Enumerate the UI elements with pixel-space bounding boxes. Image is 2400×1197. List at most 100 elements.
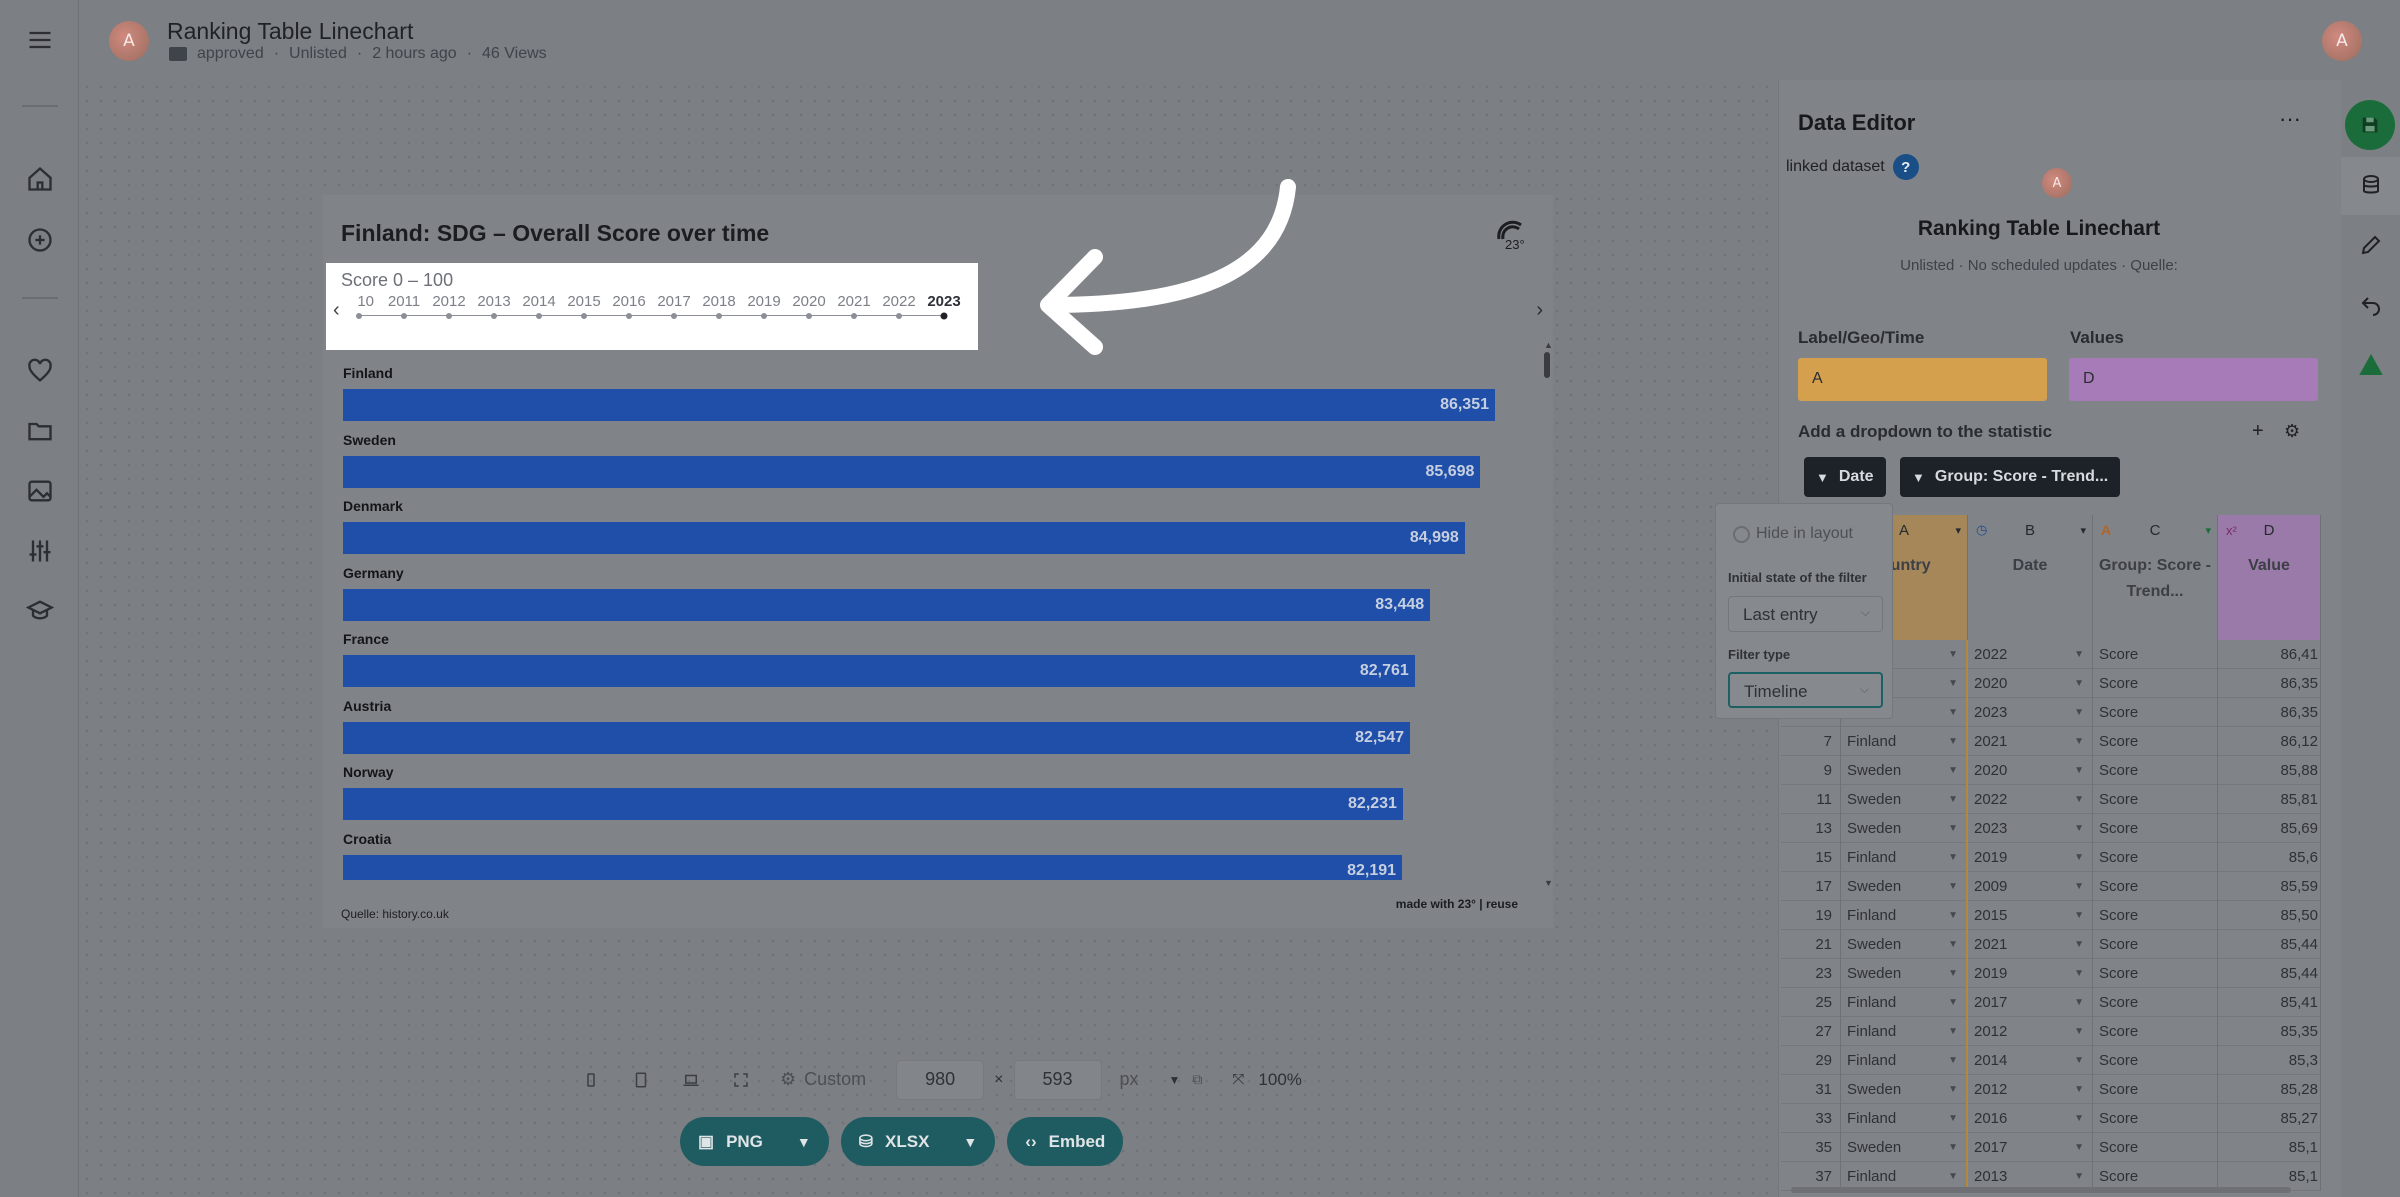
cell-country[interactable]: Finland ▼ (1841, 988, 1968, 1017)
fullscreen-icon[interactable] (730, 1069, 752, 1091)
table-row[interactable]: 25 Finland ▼ 2017 ▼ Score 85,41 (1781, 988, 2321, 1017)
cell-dropdown-icon[interactable]: ▼ (1948, 881, 1958, 892)
cell-date[interactable]: 2009 ▼ (1968, 872, 2093, 901)
cell-value[interactable]: 85,3 (2218, 1046, 2321, 1075)
timeline-dot[interactable] (851, 313, 857, 319)
timeline-dot[interactable] (401, 313, 407, 319)
bar[interactable]: 82,547 (343, 721, 1410, 754)
undo-icon[interactable] (2358, 292, 2384, 318)
bar[interactable]: 82,761 (343, 655, 1415, 687)
cell-group[interactable]: Score (2093, 1046, 2218, 1075)
cell-group[interactable]: Score (2093, 1017, 2218, 1046)
pencil-icon[interactable] (2358, 232, 2384, 258)
cell-group[interactable]: Score (2093, 698, 2218, 727)
cell-dropdown-icon[interactable]: ▼ (2074, 1084, 2084, 1095)
cell-dropdown-icon[interactable]: ▼ (1948, 968, 1958, 979)
hide-in-layout-option[interactable]: Hide in layout (1733, 525, 1853, 543)
heart-icon[interactable] (24, 355, 56, 387)
cell-dropdown-icon[interactable]: ▼ (1948, 1171, 1958, 1182)
cell-dropdown-icon[interactable]: ▼ (2074, 1055, 2084, 1066)
graduation-icon[interactable] (24, 595, 56, 627)
cell-country[interactable]: Sweden ▼ (1841, 930, 1968, 959)
cell-dropdown-icon[interactable]: ▼ (1948, 1142, 1958, 1153)
grid-scrollbar[interactable] (1791, 1187, 2291, 1193)
cell-date[interactable]: 2021 ▼ (1968, 727, 2093, 756)
unit-select[interactable]: px (1120, 1069, 1139, 1090)
cell-value[interactable]: 85,69 (2218, 814, 2321, 843)
table-row[interactable]: 27 Finland ▼ 2012 ▼ Score 85,35 (1781, 1017, 2321, 1046)
header-group[interactable]: Group: Score - Trend... (2093, 545, 2218, 640)
bar[interactable]: 82,231 (343, 788, 1403, 820)
help-icon[interactable]: ? (1892, 154, 1919, 180)
cell-group[interactable]: Score (2093, 640, 2218, 669)
cell-date[interactable]: 2022 ▼ (1968, 640, 2093, 669)
cell-dropdown-icon[interactable]: ▼ (1948, 1055, 1958, 1066)
cell-date[interactable]: 2012 ▼ (1968, 1075, 2093, 1104)
cell-value[interactable]: 86,41 (2218, 640, 2321, 669)
radio-icon[interactable] (1733, 525, 1750, 543)
cell-dropdown-icon[interactable]: ▼ (1948, 1026, 1958, 1037)
cell-dropdown-icon[interactable]: ▼ (2074, 1142, 2084, 1153)
timeline-year[interactable]: 2023 (927, 293, 960, 310)
table-row[interactable]: 35 Sweden ▼ 2017 ▼ Score 85,1 (1781, 1133, 2321, 1162)
table-row[interactable]: 9 Sweden ▼ 2020 ▼ Score 85,88 (1781, 756, 2321, 785)
cell-group[interactable]: Score (2093, 1104, 2218, 1133)
cell-dropdown-icon[interactable]: ▼ (1948, 939, 1958, 950)
timeline-dot[interactable] (716, 313, 722, 319)
cell-date[interactable]: 2017 ▼ (1968, 1133, 2093, 1162)
cell-date[interactable]: 2023 ▼ (1968, 698, 2093, 727)
column-menu-icon[interactable]: ▾ (1955, 524, 1961, 537)
timeline-dot[interactable] (491, 313, 497, 319)
cell-dropdown-icon[interactable]: ▼ (2074, 997, 2084, 1008)
timeline-year[interactable]: 2019 (747, 293, 780, 310)
fit-icon[interactable]: ⤧ (1232, 1071, 1244, 1088)
timeline-prev-icon[interactable]: ‹ (333, 299, 340, 322)
cell-country[interactable]: Sweden ▼ (1841, 756, 1968, 785)
filter-chip-group[interactable]: ▼ Group: Score - Trend... (1900, 457, 2121, 497)
timeline-dot[interactable] (940, 312, 948, 320)
row-number[interactable]: 9 (1781, 756, 1841, 785)
timeline-dot[interactable] (761, 313, 767, 319)
filter-type-select[interactable]: Timeline ⌵ (1728, 672, 1883, 708)
cell-dropdown-icon[interactable]: ▼ (2074, 910, 2084, 921)
cell-dropdown-icon[interactable]: ▼ (2074, 968, 2084, 979)
table-row[interactable]: 31 Sweden ▼ 2012 ▼ Score 85,28 (1781, 1075, 2321, 1104)
row-number[interactable]: 23 (1781, 959, 1841, 988)
cell-country[interactable]: Sweden ▼ (1841, 959, 1968, 988)
cell-date[interactable]: 2016 ▼ (1968, 1104, 2093, 1133)
bar[interactable]: 82,191 (343, 854, 1403, 880)
cell-dropdown-icon[interactable]: ▼ (2074, 852, 2084, 863)
bar[interactable]: 84,998 (343, 522, 1465, 554)
chart-scrollbar[interactable]: ▲ ▼ (1544, 340, 1553, 888)
cell-dropdown-icon[interactable]: ▼ (1948, 910, 1958, 921)
gear-icon[interactable]: ⚙ (2284, 421, 2300, 442)
table-row[interactable]: 23 Sweden ▼ 2019 ▼ Score 85,44 (1781, 959, 2321, 988)
cell-group[interactable]: Score (2093, 814, 2218, 843)
values-column-select[interactable]: D (2069, 358, 2318, 401)
cell-dropdown-icon[interactable]: ▼ (2074, 881, 2084, 892)
cell-date[interactable]: 2020 ▼ (1968, 669, 2093, 698)
cell-value[interactable]: 86,12 (2218, 727, 2321, 756)
bar[interactable]: 85,698 (343, 455, 1481, 488)
cell-country[interactable]: Finland ▼ (1841, 901, 1968, 930)
table-row[interactable]: 7 Finland ▼ 2021 ▼ Score 86,12 (1781, 727, 2321, 756)
cell-dropdown-icon[interactable]: ▼ (2074, 765, 2084, 776)
cell-value[interactable]: 85,1 (2218, 1133, 2321, 1162)
timeline-year[interactable]: 2022 (882, 293, 915, 310)
cell-value[interactable]: 85,44 (2218, 930, 2321, 959)
filter-chip-date[interactable]: ▼ Date (1804, 457, 1886, 497)
cell-date[interactable]: 2017 ▼ (1968, 988, 2093, 1017)
timeline-year[interactable]: 2012 (432, 293, 465, 310)
cell-value[interactable]: 86,35 (2218, 698, 2321, 727)
row-number[interactable]: 17 (1781, 872, 1841, 901)
cell-dropdown-icon[interactable]: ▼ (1948, 997, 1958, 1008)
timeline-year[interactable]: 10 (357, 293, 374, 310)
cell-date[interactable]: 2015 ▼ (1968, 901, 2093, 930)
cell-value[interactable]: 85,81 (2218, 785, 2321, 814)
timeline-year[interactable]: 2021 (837, 293, 870, 310)
cell-dropdown-icon[interactable]: ▼ (2074, 823, 2084, 834)
cell-value[interactable]: 85,27 (2218, 1104, 2321, 1133)
cell-date[interactable]: 2020 ▼ (1968, 756, 2093, 785)
cell-dropdown-icon[interactable]: ▼ (1948, 1084, 1958, 1095)
timeline-year[interactable]: 2018 (702, 293, 735, 310)
